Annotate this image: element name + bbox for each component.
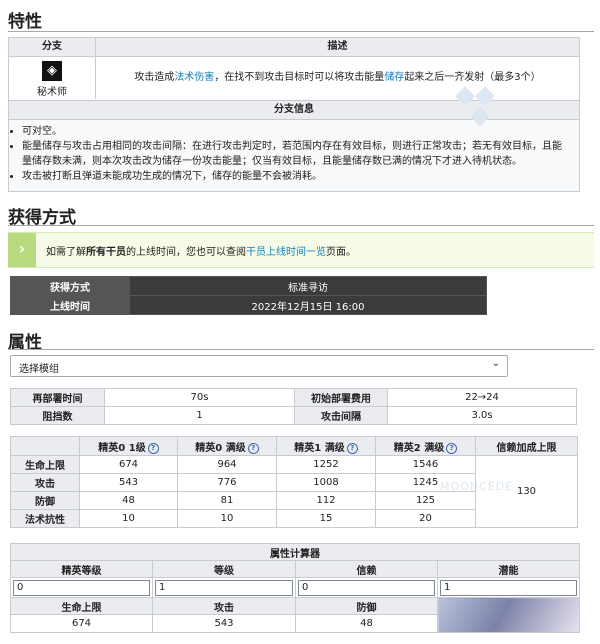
release-time-label: 上线时间 — [10, 295, 130, 315]
stat-label-hp: 生命上限 — [10, 455, 80, 474]
attack-interval-label: 攻击间隔 — [294, 406, 388, 425]
desc-header: 描述 — [96, 38, 579, 57]
help-icon[interactable]: ? — [446, 442, 458, 454]
magic-damage-link[interactable]: 法术伤害 — [174, 72, 214, 83]
help-icon[interactable]: ? — [346, 442, 358, 454]
branch-name: 秘术师 — [37, 87, 67, 98]
stat-cell: 10 — [177, 509, 277, 528]
col-trust-bonus: 信赖加成上限 — [475, 436, 578, 456]
block-value: 1 — [104, 406, 295, 425]
stat-cell: 20 — [375, 509, 476, 528]
stat-cell: 1008 — [276, 473, 376, 492]
trust-input[interactable]: 0 — [298, 579, 435, 596]
divider — [8, 349, 594, 350]
stat-label-atk: 攻击 — [10, 473, 80, 492]
stat-cell: 10 — [79, 509, 178, 528]
col-elite0-max: 精英0 满级? — [177, 436, 277, 456]
redeploy-time-label: 再部署时间 — [10, 388, 105, 407]
desc-text: ，在找不到攻击目标时可以将攻击能量 — [214, 72, 385, 83]
branch-info-list: 可对空。 能量储存与攻击占用相同的攻击间隔：在进行攻击判定时，若范围内存在有效目… — [22, 124, 567, 184]
attribute-calculator: 属性计算器 精英等级 等级 信赖 潜能 0 1 0 1 生命上限 攻击 防御 6… — [10, 543, 580, 633]
desc-text: 起来之后一齐发射（最多3个） — [404, 72, 541, 83]
note-item: 攻击被打断且弹道未能成功生成的情况下，储存的能量不会被消耗。 — [22, 169, 567, 184]
output-def-value: 48 — [295, 614, 438, 633]
character-portrait — [437, 597, 580, 633]
stat-label-def: 防御 — [10, 491, 80, 510]
stat-cell: 674 — [79, 455, 178, 474]
release-notice: › 如需了解所有干员的上线时间，您也可以查阅干员上线时间一览页面。 — [8, 232, 594, 268]
arcanist-branch-icon: ◈ — [42, 61, 62, 81]
section-heading-features: 特性 — [8, 12, 42, 32]
desc-text: 攻击造成 — [134, 72, 175, 83]
col-elite2-max: 精英2 满级? — [375, 436, 476, 456]
stat-cell: 1252 — [276, 455, 376, 474]
input-label-elite: 精英等级 — [10, 560, 153, 578]
module-select-label: 选择模组 — [19, 364, 59, 375]
output-label-atk: 攻击 — [152, 597, 296, 615]
stat-cell: 48 — [79, 491, 178, 510]
release-time-value: 2022年12月15日 16:00 — [129, 295, 487, 315]
calculator-title: 属性计算器 — [10, 543, 580, 561]
potential-input[interactable]: 1 — [440, 579, 577, 596]
release-list-link[interactable]: 干员上线时间一览 — [246, 247, 326, 258]
col-elite1-max: 精英1 满级? — [276, 436, 376, 456]
input-label-trust: 信赖 — [295, 560, 438, 578]
note-item: 能量储存与攻击占用相同的攻击间隔：在进行攻击判定时，若范围内存在有效目标，则进行… — [22, 139, 567, 169]
stat-cell: 1245 — [375, 473, 476, 492]
output-atk-value: 543 — [152, 614, 296, 633]
stat-cell: 776 — [177, 473, 277, 492]
stat-cell: 15 — [276, 509, 376, 528]
acquire-method-value: 标准寻访 — [129, 276, 487, 296]
stat-label-res: 法术抗性 — [10, 509, 80, 528]
branch-info-header: 分支信息 — [9, 100, 579, 120]
elite-level-input[interactable]: 0 — [13, 579, 150, 596]
branch-description: 攻击造成法术伤害，在找不到攻击目标时可以将攻击能量储存起来之后一齐发射（最多3个… — [96, 57, 579, 99]
output-label-hp: 生命上限 — [10, 597, 153, 615]
stat-cell: 543 — [79, 473, 178, 492]
divider — [8, 31, 594, 32]
notice-text: 如需了解所有干员的上线时间，您也可以查阅干员上线时间一览页面。 — [46, 247, 356, 258]
branch-header: 分支 — [9, 38, 96, 57]
stat-cell: 1546 — [375, 455, 476, 474]
deploy-cost-value: 22→24 — [387, 388, 577, 407]
note-item: 可对空。 — [22, 124, 567, 139]
attack-interval-value: 3.0s — [387, 406, 577, 425]
divider — [8, 225, 594, 226]
output-label-def: 防御 — [295, 597, 438, 615]
block-label: 阻挡数 — [10, 406, 105, 425]
help-icon[interactable]: ? — [247, 442, 259, 454]
redeploy-time-value: 70s — [104, 388, 295, 407]
stat-cell: 81 — [177, 491, 277, 510]
basic-attributes-table: 再部署时间 70s 初始部署费用 22→24 阻挡数 1 攻击间隔 3.0s — [10, 388, 577, 425]
stat-cell: 964 — [177, 455, 277, 474]
output-hp-value: 674 — [10, 614, 153, 633]
stats-table: 精英0 1级? 精英0 满级? 精英1 满级? 精英2 满级? 信赖加成上限 生… — [10, 436, 578, 528]
trust-bonus-value: 130 — [475, 455, 578, 528]
store-link[interactable]: 储存 — [384, 72, 404, 83]
help-icon[interactable]: ? — [147, 442, 159, 454]
chevron-down-icon: ⌄ — [491, 358, 500, 369]
stat-cell: 125 — [375, 491, 476, 510]
col-elite0-lv1: 精英0 1级? — [79, 436, 178, 456]
input-label-potential: 潜能 — [437, 560, 580, 578]
module-select[interactable]: 选择模组 ⌄ — [10, 355, 508, 377]
input-label-level: 等级 — [152, 560, 296, 578]
acquire-method-label: 获得方式 — [10, 276, 130, 296]
stats-corner — [10, 436, 80, 456]
chevron-right-icon: › — [8, 233, 36, 267]
acquire-table: 获得方式 标准寻访 上线时间 2022年12月15日 16:00 — [10, 276, 487, 315]
level-input[interactable]: 1 — [155, 579, 293, 596]
branch-cell: ◈ 秘术师 — [9, 57, 96, 99]
deploy-cost-label: 初始部署费用 — [294, 388, 388, 407]
stat-cell: 112 — [276, 491, 376, 510]
